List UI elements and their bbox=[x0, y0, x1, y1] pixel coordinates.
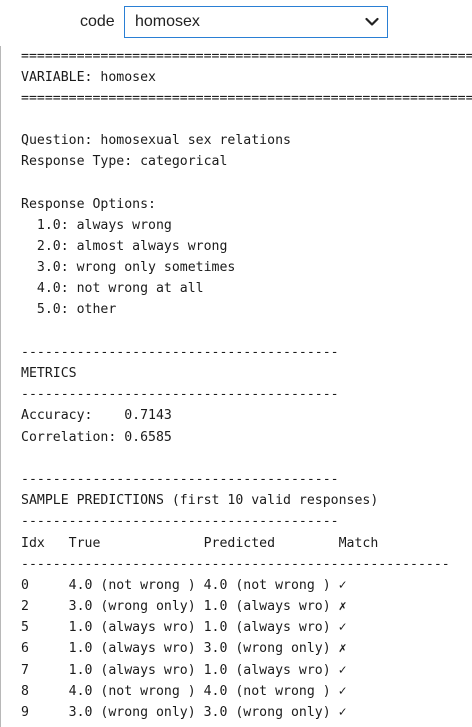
output-line: 7 1.0 (always wro) 1.0 (always wro) ✓ bbox=[21, 663, 347, 678]
output-line: ---------------------------------------- bbox=[21, 514, 339, 529]
output-line: ---------------------------------------- bbox=[21, 345, 339, 360]
output-line: Response Type: categorical bbox=[21, 154, 228, 169]
output-line: 0 4.0 (not wrong ) 4.0 (not wrong ) ✓ bbox=[21, 578, 347, 593]
output-line: 8 4.0 (not wrong ) 4.0 (not wrong ) ✓ bbox=[21, 684, 347, 699]
output-line: 6 1.0 (always wro) 3.0 (wrong only) ✗ bbox=[21, 641, 347, 656]
output-line: 5.0: other bbox=[21, 302, 117, 317]
output-panel: ========================================… bbox=[0, 46, 472, 727]
output-line: 3.0: wrong only sometimes bbox=[21, 260, 236, 275]
output-line: ========================================… bbox=[21, 91, 472, 106]
output-line: Correlation: 0.6585 bbox=[21, 430, 172, 445]
output-line: ----------------------------------------… bbox=[21, 557, 450, 572]
output-line: 1.0: always wrong bbox=[21, 218, 172, 233]
output-line: 9 3.0 (wrong only) 3.0 (wrong only) ✓ bbox=[21, 705, 347, 720]
code-dropdown[interactable]: homosex bbox=[124, 6, 388, 38]
output-line: Response Options: bbox=[21, 197, 156, 212]
output-line: 2.0: almost always wrong bbox=[21, 239, 228, 254]
output-line: ---------------------------------------- bbox=[21, 387, 339, 402]
output-line: 4.0: not wrong at all bbox=[21, 281, 204, 296]
output-line: ---------------------------------------- bbox=[21, 472, 339, 487]
output-line: METRICS bbox=[21, 366, 77, 381]
output-line: VARIABLE: homosex bbox=[21, 70, 156, 85]
output-line: Idx True Predicted Match bbox=[21, 536, 379, 551]
output-line: Question: homosexual sex relations bbox=[21, 133, 291, 148]
output-line: ========================================… bbox=[21, 49, 472, 64]
code-dropdown-value: homosex bbox=[135, 13, 200, 30]
output-line: Accuracy: 0.7143 bbox=[21, 408, 172, 423]
output-line: SAMPLE PREDICTIONS (first 10 valid respo… bbox=[21, 493, 379, 508]
output-line: 2 3.0 (wrong only) 1.0 (always wro) ✗ bbox=[21, 599, 347, 614]
code-label: code bbox=[80, 13, 115, 30]
variable-selector-bar: code homosex bbox=[0, 0, 472, 46]
chevron-down-icon bbox=[365, 17, 379, 26]
output-line: 5 1.0 (always wro) 1.0 (always wro) ✓ bbox=[21, 620, 347, 635]
